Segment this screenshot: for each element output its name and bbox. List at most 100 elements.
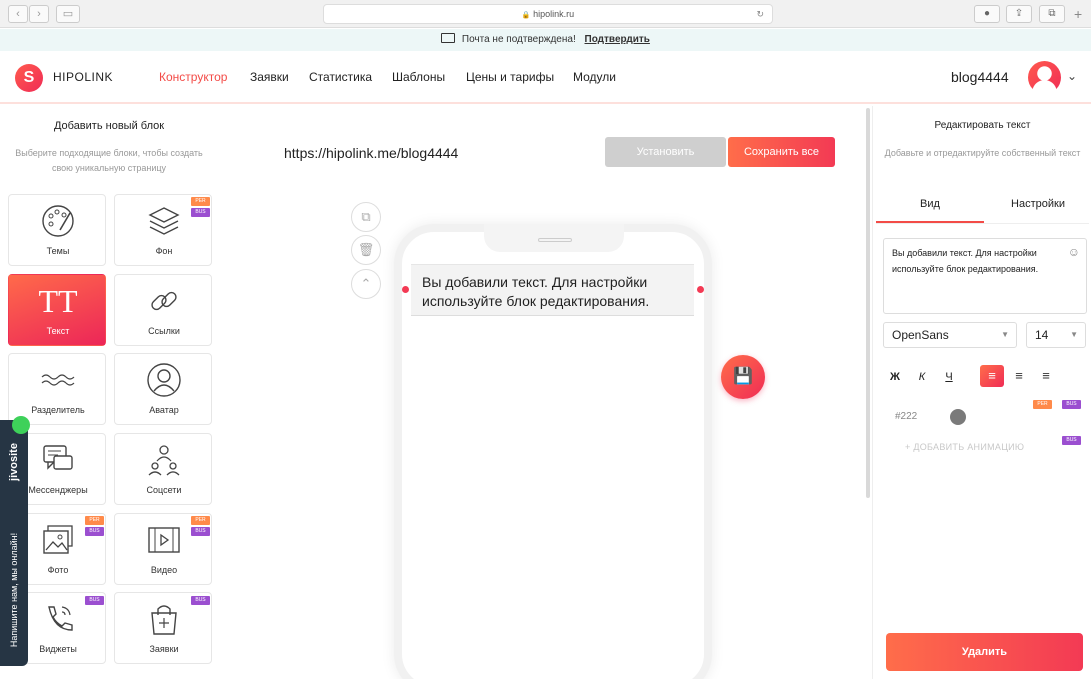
tab-settings[interactable]: Настройки	[984, 189, 1091, 223]
editor-scrollbar[interactable]	[866, 108, 870, 498]
block-resize-handle-right[interactable]	[697, 286, 704, 293]
delete-block-icon[interactable]: 🗑	[351, 235, 381, 265]
italic-button[interactable]: К	[911, 366, 933, 388]
tabs-overview-icon[interactable]: ⧉	[1039, 5, 1065, 23]
email-notice: Почта не подтверждена! Подтвердить	[0, 29, 1091, 51]
add-block-panel: Добавить новый блок Выберите подходящие …	[0, 106, 218, 679]
nav-requests[interactable]: Заявки	[250, 70, 289, 84]
tile-label: Соцсети	[146, 485, 182, 495]
avatar-icon	[115, 362, 213, 403]
tile-label: Заявки	[149, 644, 179, 654]
tile-label: Разделитель	[31, 405, 85, 415]
envelope-icon	[441, 33, 456, 43]
tile-label: Видео	[150, 565, 178, 575]
badge-per: PER	[1033, 400, 1052, 409]
nav-templates[interactable]: Шаблоны	[392, 70, 445, 84]
move-up-icon[interactable]: ⌃	[351, 269, 381, 299]
tile-label: Текст	[46, 326, 70, 336]
add-block-subtitle: Выберите подходящие блоки, чтобы создать…	[15, 148, 203, 173]
text-color-code[interactable]: #222	[895, 411, 917, 422]
save-floating-icon[interactable]: 💾	[721, 355, 765, 399]
address-bar[interactable]: 🔒 hipolink.ru ↻	[323, 4, 773, 24]
emoji-icon[interactable]: ☺	[1068, 244, 1080, 260]
jivosite-chat-widget[interactable]: jivosite Напишите нам, мы онлайн!	[0, 416, 30, 666]
badge-bus: BUS	[191, 208, 210, 217]
edit-text-title: Редактировать текст	[934, 120, 1031, 131]
block-tile-links[interactable]: Ссылки	[114, 274, 212, 346]
phone-notch	[484, 224, 624, 252]
nav-statistics[interactable]: Статистика	[309, 70, 372, 84]
reload-icon[interactable]: ↻	[756, 5, 764, 23]
block-tile-avatar[interactable]: Аватар	[114, 353, 212, 425]
block-tile-social[interactable]: Соцсети	[114, 433, 212, 505]
username[interactable]: blog4444	[951, 69, 1009, 85]
lock-icon: 🔒	[521, 12, 531, 19]
forward-button[interactable]: ›	[29, 5, 49, 23]
nav-pricing[interactable]: Цены и тарифы	[466, 70, 554, 84]
underline-button[interactable]: Ч	[938, 366, 960, 388]
hipolink-logo-icon[interactable]: S	[15, 64, 43, 92]
palette-icon	[9, 203, 107, 244]
browser-toolbar: ‹ › ▭ 🔒 hipolink.ru ↻ ● ⇪ ⧉ +	[0, 0, 1091, 28]
save-all-button[interactable]: Сохранить все	[728, 137, 835, 167]
app-header: S HIPOLINK Конструктор Заявки Статистика…	[0, 51, 1091, 104]
extension-icon[interactable]: ●	[974, 5, 1000, 23]
block-resize-handle-left[interactable]	[402, 286, 409, 293]
badge-bus: BUS	[1062, 400, 1081, 409]
bold-button[interactable]: Ж	[884, 366, 906, 388]
tile-label: Фон	[155, 246, 173, 256]
wave-divider-icon	[9, 370, 107, 395]
badge-bus: BUS	[85, 527, 104, 536]
delete-block-button[interactable]: Удалить	[886, 633, 1083, 671]
align-right-icon[interactable]: ≡	[1034, 365, 1058, 387]
add-block-title: Добавить новый блок	[53, 120, 165, 132]
block-tile-divider[interactable]: Разделитель	[8, 353, 106, 425]
address-text: hipolink.ru	[533, 9, 575, 19]
tile-label: Ссылки	[148, 326, 180, 336]
tile-label: Аватар	[149, 405, 179, 415]
link-icon	[115, 283, 213, 324]
share-icon[interactable]: ⇪	[1006, 5, 1032, 23]
logo-text[interactable]: HIPOLINK	[53, 70, 113, 84]
text-block-content: Вы добавили текст. Для настройки использ…	[422, 274, 650, 309]
install-button[interactable]: Установить	[605, 137, 726, 167]
badge-per: PER	[85, 516, 104, 525]
back-button[interactable]: ‹	[8, 5, 28, 23]
chevron-down-icon[interactable]: ⌄	[1067, 69, 1077, 83]
badge-bus: BUS	[85, 596, 104, 605]
block-tile-background[interactable]: Фон PER BUS	[114, 194, 212, 266]
align-center-icon[interactable]: ≡	[1007, 365, 1031, 387]
block-tile-text[interactable]: TT Текст	[8, 274, 106, 346]
jivosite-logo: jivosite	[8, 443, 20, 481]
sidebar-toggle-icon[interactable]: ▭	[56, 5, 80, 23]
edit-text-subtitle: Добавьте и отредактируйте собственный те…	[884, 148, 1081, 158]
new-tab-icon[interactable]: +	[1074, 6, 1082, 22]
nav-constructor[interactable]: Конструктор	[159, 70, 227, 84]
font-family-select[interactable]: OpenSans ▼	[883, 322, 1017, 348]
font-family-value: OpenSans	[892, 328, 949, 342]
align-left-icon[interactable]: ≡	[980, 365, 1004, 387]
block-tile-themes[interactable]: Темы	[8, 194, 106, 266]
badge-per: PER	[191, 516, 210, 525]
badge-bus: BUS	[191, 596, 210, 605]
tab-view[interactable]: Вид	[876, 189, 984, 223]
chevron-down-icon: ▼	[1001, 330, 1009, 339]
nav-modules[interactable]: Модули	[573, 70, 616, 84]
text-block-preview[interactable]: Вы добавили текст. Для настройки использ…	[411, 264, 694, 316]
text-color-swatch[interactable]	[950, 409, 966, 425]
chevron-down-icon: ▼	[1070, 330, 1078, 339]
confirm-email-link[interactable]: Подтвердить	[585, 34, 650, 45]
copy-block-icon[interactable]: ⧉	[351, 202, 381, 232]
block-tile-requests[interactable]: Заявки BUS	[114, 592, 212, 664]
bag-icon	[115, 601, 213, 642]
user-avatar-icon[interactable]	[1028, 61, 1061, 94]
text-content-input[interactable]: Вы добавили текст. Для настройки использ…	[883, 238, 1087, 314]
font-size-select[interactable]: 14 ▼	[1026, 322, 1086, 348]
block-tile-video[interactable]: Видео PER BUS	[114, 513, 212, 585]
site-url[interactable]: https://hipolink.me/blog4444	[284, 145, 458, 161]
add-animation-link[interactable]: + ДОБАВИТЬ АНИМАЦИЮ	[905, 442, 1024, 452]
text-icon: TT	[38, 283, 78, 319]
badge-bus: BUS	[1062, 436, 1081, 445]
online-status-icon	[12, 416, 30, 434]
text-content-value: Вы добавили текст. Для настройки использ…	[892, 248, 1039, 274]
